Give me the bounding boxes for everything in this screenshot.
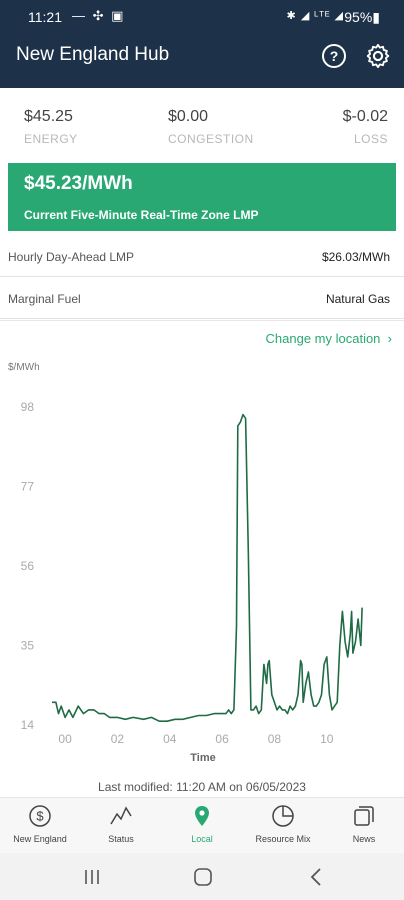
location-pin-icon bbox=[195, 806, 209, 826]
nav-label: New England bbox=[13, 834, 67, 844]
congestion-label: CONGESTION bbox=[168, 132, 254, 146]
price-components: $45.25 ENERGY $0.00 CONGESTION $-0.02 LO… bbox=[0, 108, 404, 158]
status-time: 11:21 bbox=[28, 9, 62, 25]
lmp-series-line bbox=[52, 413, 363, 723]
page-title: New England Hub bbox=[16, 44, 170, 65]
trend-line-icon bbox=[110, 806, 132, 825]
dollar-circle-icon: $ bbox=[29, 805, 51, 827]
lmp-value: $45.23/MWh bbox=[24, 173, 133, 194]
marginal-fuel-label: Marginal Fuel bbox=[8, 292, 81, 306]
nav-news[interactable]: News bbox=[324, 798, 404, 854]
x-tick-label: 10 bbox=[320, 732, 334, 746]
nav-label: Local bbox=[191, 834, 213, 844]
signal-icons: ✱ ◢ ᴸᵀᴱ ◢ bbox=[286, 10, 344, 22]
gear-icon[interactable] bbox=[364, 42, 392, 70]
lmp-line-chart: $/MWh 98 77 56 35 14 00 02 04 06 08 10 Time bbox=[8, 362, 363, 764]
chevron-right-icon: › bbox=[384, 331, 392, 346]
energy-label: ENERGY bbox=[24, 132, 78, 146]
newspaper-icon bbox=[354, 806, 374, 826]
lmp-card: $45.23/MWh Current Five-Minute Real-Time… bbox=[8, 163, 396, 231]
nav-label: Resource Mix bbox=[255, 834, 311, 844]
x-tick-label: 04 bbox=[163, 732, 177, 746]
battery-indicator: 95%▮ bbox=[344, 9, 380, 25]
app-bar: New England Hub ? bbox=[0, 34, 404, 88]
y-tick-label: 14 bbox=[21, 718, 35, 732]
nav-new-england[interactable]: $ New England bbox=[0, 798, 80, 854]
loss-label: LOSS bbox=[353, 132, 388, 146]
nav-resource-mix[interactable]: Resource Mix bbox=[243, 798, 323, 854]
energy-value: $45.25 bbox=[24, 108, 73, 125]
marginal-fuel-value: Natural Gas bbox=[325, 292, 390, 306]
pie-chart-icon bbox=[272, 805, 294, 827]
day-ahead-value: $26.03/MWh bbox=[321, 250, 390, 264]
nav-label: News bbox=[352, 834, 376, 844]
help-icon: ? bbox=[329, 48, 339, 64]
back-icon[interactable] bbox=[302, 865, 332, 889]
y-tick-label: 77 bbox=[21, 480, 35, 494]
loss-metric: $-0.02 LOSS bbox=[343, 108, 388, 146]
x-tick-label: 08 bbox=[268, 732, 282, 746]
x-tick-label: 02 bbox=[111, 732, 125, 746]
change-location-label: Change my location bbox=[265, 331, 381, 346]
lmp-subtitle: Current Five-Minute Real-Time Zone LMP bbox=[24, 208, 259, 222]
divider bbox=[0, 320, 404, 321]
bottom-nav: $ New England Status Local Resource Mix … bbox=[0, 797, 404, 853]
energy-metric: $45.25 ENERGY bbox=[24, 108, 78, 146]
y-tick-label: 98 bbox=[21, 400, 35, 414]
last-modified: Last modified: 11:20 AM on 06/05/2023 bbox=[98, 780, 306, 794]
notification-icons: — ✣ ▣ bbox=[72, 8, 126, 23]
change-location-link[interactable]: Change my location › bbox=[266, 331, 392, 346]
y-axis-label: $/MWh bbox=[8, 362, 40, 373]
day-ahead-label: Hourly Day-Ahead LMP bbox=[8, 250, 135, 264]
y-tick-label: 56 bbox=[21, 559, 35, 573]
congestion-value: $0.00 bbox=[168, 108, 209, 125]
nav-status[interactable]: Status bbox=[81, 798, 161, 854]
lmp-chart: $/MWh 98 77 56 35 14 00 02 04 06 08 10 Time bbox=[0, 355, 404, 775]
status-bar: 11:21 — ✣ ▣ ✱ ◢ ᴸᵀᴱ ◢ 95%▮ bbox=[0, 0, 404, 34]
x-tick-label: 06 bbox=[215, 732, 229, 746]
congestion-metric: $0.00 CONGESTION bbox=[168, 108, 254, 146]
svg-text:$: $ bbox=[36, 809, 44, 824]
x-tick-label: 00 bbox=[58, 732, 72, 746]
system-nav-bar bbox=[0, 853, 404, 900]
home-icon[interactable] bbox=[188, 865, 218, 889]
x-axis-label: Time bbox=[190, 752, 215, 764]
y-tick-label: 35 bbox=[21, 639, 35, 653]
nav-local[interactable]: Local bbox=[162, 798, 242, 854]
marginal-fuel-row: Marginal Fuel Natural Gas bbox=[0, 279, 404, 319]
loss-value: $-0.02 bbox=[342, 108, 388, 125]
nav-label: Status bbox=[108, 834, 134, 844]
day-ahead-row: Hourly Day-Ahead LMP $26.03/MWh bbox=[0, 237, 404, 277]
recent-apps-icon[interactable] bbox=[77, 865, 107, 889]
help-button[interactable]: ? bbox=[322, 44, 346, 68]
